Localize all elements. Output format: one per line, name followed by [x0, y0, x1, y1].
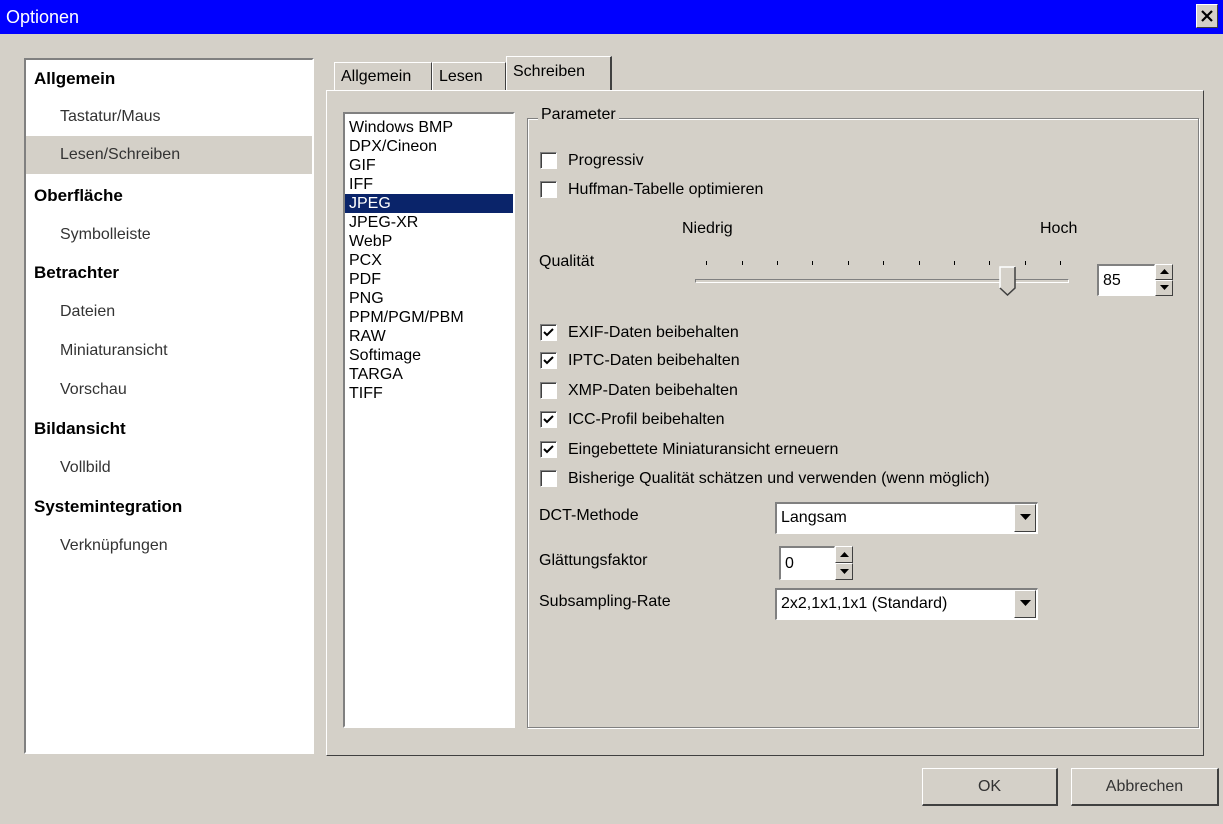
sidebar-item-bildansicht[interactable]: Bildansicht	[26, 410, 312, 448]
checkmark-icon	[543, 415, 554, 424]
slider-tick	[883, 261, 884, 265]
checkmark-icon	[543, 356, 554, 365]
format-item-pdf[interactable]: PDF	[345, 270, 513, 289]
format-item-targa[interactable]: TARGA	[345, 365, 513, 384]
checkbox-box[interactable]	[540, 441, 557, 458]
dct-value: Langsam	[781, 509, 847, 526]
progressive-label: Progressiv	[568, 152, 644, 169]
quality-high-label: Hoch	[1040, 220, 1078, 237]
arrow-down-icon	[1160, 285, 1169, 290]
subsampling-combobox[interactable]: 2x2,1x1,1x1 (Standard)	[775, 588, 1038, 620]
format-item-ppm[interactable]: PPM/PGM/PBM	[345, 308, 513, 327]
format-item-gif[interactable]: GIF	[345, 156, 513, 175]
quality-value-input[interactable]	[1097, 264, 1155, 296]
slider-tick	[848, 261, 849, 265]
sidebar-item-tastatur-maus[interactable]: Tastatur/Maus	[26, 98, 312, 136]
arrow-down-icon	[840, 569, 849, 574]
sidebar-item-symbolleiste[interactable]: Symbolleiste	[26, 216, 312, 254]
format-item-dpx[interactable]: DPX/Cineon	[345, 137, 513, 156]
checkbox-box[interactable]	[540, 152, 557, 169]
smoothing-spin-down[interactable]	[835, 563, 853, 580]
estimate-quality-label: Bisherige Qualität schätzen und verwende…	[568, 470, 990, 487]
cancel-button[interactable]: Abbrechen	[1071, 768, 1219, 806]
slider-tick	[1060, 261, 1061, 265]
sidebar-item-verknuepfungen[interactable]: Verknüpfungen	[26, 527, 312, 565]
smoothing-spin-up[interactable]	[835, 546, 853, 563]
xmp-label: XMP-Daten beibehalten	[568, 382, 738, 399]
iptc-label: IPTC-Daten beibehalten	[568, 352, 740, 369]
exif-label: EXIF-Daten beibehalten	[568, 324, 739, 341]
format-item-bmp[interactable]: Windows BMP	[345, 118, 513, 137]
ok-button[interactable]: OK	[922, 768, 1058, 806]
quality-low-label: Niedrig	[682, 220, 733, 237]
slider-tick	[777, 261, 778, 265]
format-item-jpeg-xr[interactable]: JPEG-XR	[345, 213, 513, 232]
format-item-jpeg[interactable]: JPEG	[345, 194, 513, 213]
tab-lesen[interactable]: Lesen	[432, 62, 506, 90]
checkbox-box[interactable]	[540, 181, 557, 198]
subsampling-value: 2x2,1x1,1x1 (Standard)	[781, 595, 948, 612]
slider-tick	[706, 261, 707, 265]
slider-tick	[919, 261, 920, 265]
arrow-up-icon	[840, 552, 849, 557]
checkmark-icon	[543, 328, 554, 337]
icc-label: ICC-Profil beibehalten	[568, 411, 725, 428]
sidebar-item-dateien[interactable]: Dateien	[26, 293, 312, 331]
chevron-down-icon	[1020, 600, 1031, 606]
format-item-pcx[interactable]: PCX	[345, 251, 513, 270]
checkbox-box[interactable]	[540, 324, 557, 341]
tab-allgemein[interactable]: Allgemein	[334, 62, 432, 90]
quality-spin-down[interactable]	[1155, 280, 1173, 296]
checkbox-box[interactable]	[540, 411, 557, 428]
sidebar-item-lesen-schreiben[interactable]: Lesen/Schreiben	[26, 136, 312, 174]
slider-tick	[742, 261, 743, 265]
arrow-up-icon	[1160, 269, 1169, 274]
dct-dropdown-button[interactable]	[1014, 504, 1036, 532]
checkbox-box[interactable]	[540, 352, 557, 369]
checkbox-box[interactable]	[540, 470, 557, 487]
dct-combobox[interactable]: Langsam	[775, 502, 1038, 534]
format-item-softimage[interactable]: Softimage	[345, 346, 513, 365]
close-button[interactable]	[1196, 4, 1218, 28]
sidebar-item-systemintegration[interactable]: Systemintegration	[26, 488, 312, 526]
sidebar-item-vorschau[interactable]: Vorschau	[26, 371, 312, 409]
format-item-iff[interactable]: IFF	[345, 175, 513, 194]
smoothing-input[interactable]	[779, 546, 835, 580]
slider-tick	[1025, 261, 1026, 265]
dct-label: DCT-Methode	[539, 507, 639, 524]
smoothing-label: Glättungsfaktor	[539, 552, 648, 569]
sidebar-item-vollbild[interactable]: Vollbild	[26, 449, 312, 487]
subsampling-label: Subsampling-Rate	[539, 593, 671, 610]
slider-tick	[812, 261, 813, 265]
checkmark-icon	[543, 445, 554, 454]
format-item-raw[interactable]: RAW	[345, 327, 513, 346]
slider-tick	[989, 261, 990, 265]
format-list[interactable]: Windows BMP DPX/Cineon GIF IFF JPEG JPEG…	[343, 112, 515, 728]
format-item-png[interactable]: PNG	[345, 289, 513, 308]
sidebar-item-betrachter[interactable]: Betrachter	[26, 254, 312, 292]
subsampling-dropdown-button[interactable]	[1014, 590, 1036, 618]
title-bar: Optionen	[0, 0, 1223, 34]
parameter-group-label: Parameter	[538, 106, 619, 124]
options-category-tree: Allgemein Tastatur/Maus Lesen/Schreiben …	[24, 58, 314, 754]
sidebar-item-allgemein[interactable]: Allgemein	[26, 60, 312, 98]
quality-label: Qualität	[539, 253, 595, 270]
chevron-down-icon	[1020, 514, 1031, 520]
format-item-webp[interactable]: WebP	[345, 232, 513, 251]
sidebar-item-miniaturansicht[interactable]: Miniaturansicht	[26, 332, 312, 370]
thumbnail-renew-label: Eingebettete Miniaturansicht erneuern	[568, 441, 839, 458]
close-icon	[1201, 10, 1213, 22]
sidebar-item-oberflaeche[interactable]: Oberfläche	[26, 177, 312, 215]
quality-spin-up[interactable]	[1155, 264, 1173, 280]
checkbox-box[interactable]	[540, 382, 557, 399]
quality-slider-thumb[interactable]	[999, 266, 1017, 296]
format-item-tiff[interactable]: TIFF	[345, 384, 513, 403]
slider-tick	[954, 261, 955, 265]
window-title: Optionen	[6, 7, 80, 27]
huffman-label: Huffman-Tabelle optimieren	[568, 181, 764, 198]
tab-schreiben[interactable]: Schreiben	[506, 56, 612, 90]
